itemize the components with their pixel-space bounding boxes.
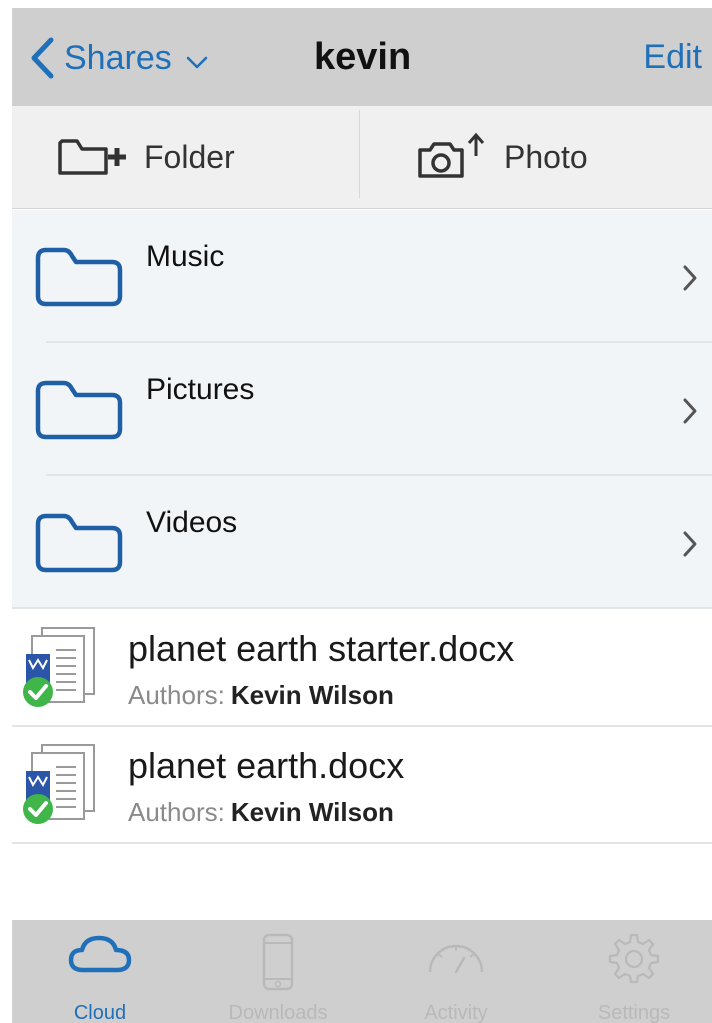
action-toolbar: Folder Photo [12, 106, 712, 209]
gauge-icon [428, 944, 484, 974]
folder-name: Pictures [146, 373, 255, 406]
chevron-down-icon [186, 56, 207, 69]
cloud-icon [68, 935, 132, 973]
camera-upload-icon [418, 132, 485, 178]
chevron-right-icon [683, 265, 697, 291]
authors-value: Kevin Wilson [230, 680, 394, 710]
new-folder-button[interactable]: Folder [56, 106, 235, 208]
file-authors: Authors: Kevin Wilson [128, 680, 394, 711]
tab-label: Activity [424, 1002, 488, 1023]
app-screen: Shares kevin Edit Folder Photo Music Pic… [0, 0, 712, 1023]
upload-photo-button[interactable]: Photo [416, 106, 588, 208]
tab-activity[interactable]: Activity [376, 920, 536, 1023]
folder-item-videos[interactable]: Videos [12, 476, 712, 609]
chevron-right-icon [683, 398, 697, 424]
file-authors: Authors: Kevin Wilson [128, 797, 394, 828]
file-name: planet earth.docx [128, 745, 405, 786]
row-separator [12, 842, 712, 844]
tab-downloads[interactable]: Downloads [198, 920, 358, 1023]
authors-label: Authors: [128, 797, 225, 827]
tab-cloud[interactable]: Cloud [20, 920, 180, 1023]
left-edge [0, 0, 12, 1023]
file-item[interactable]: planet earth starter.docx Authors: Kevin … [12, 610, 712, 727]
authors-label: Authors: [128, 680, 225, 710]
tab-bar: Cloud Downloads Activity Settings [12, 920, 712, 1023]
folder-name: Music [146, 240, 225, 273]
toolbar-divider [359, 110, 360, 198]
synced-document-icon [23, 744, 95, 824]
back-chevron-icon [31, 37, 54, 79]
folder-icon [35, 513, 123, 573]
back-button[interactable]: Shares [30, 36, 208, 80]
authors-value: Kevin Wilson [230, 797, 394, 827]
phone-icon [262, 933, 294, 991]
page-title: kevin [314, 36, 412, 78]
upload-photo-label: Photo [504, 138, 588, 175]
folder-name: Videos [146, 506, 238, 539]
tab-settings[interactable]: Settings [554, 920, 712, 1023]
folder-icon [35, 380, 123, 440]
gear-icon [608, 933, 660, 984]
back-button-label: Shares [64, 38, 172, 77]
tab-label: Settings [597, 1002, 671, 1023]
chevron-right-icon [683, 531, 697, 557]
file-item[interactable]: planet earth.docx Authors: Kevin Wilson [12, 727, 712, 844]
folder-icon [35, 247, 123, 307]
file-list: planet earth starter.docx Authors: Kevin … [12, 610, 712, 844]
synced-document-icon [23, 627, 95, 707]
tab-label: Cloud [73, 1002, 127, 1023]
folder-list: Music Pictures Videos [12, 210, 712, 609]
row-separator [12, 607, 712, 609]
file-name: planet earth starter.docx [128, 628, 515, 669]
navigation-bar: Shares kevin Edit [12, 8, 712, 106]
tab-label: Downloads [228, 1002, 328, 1023]
folder-item-pictures[interactable]: Pictures [12, 343, 712, 476]
edit-button[interactable]: Edit [643, 38, 702, 77]
folder-item-music[interactable]: Music [12, 210, 712, 343]
new-folder-label: Folder [144, 138, 235, 175]
add-folder-icon [58, 139, 126, 175]
